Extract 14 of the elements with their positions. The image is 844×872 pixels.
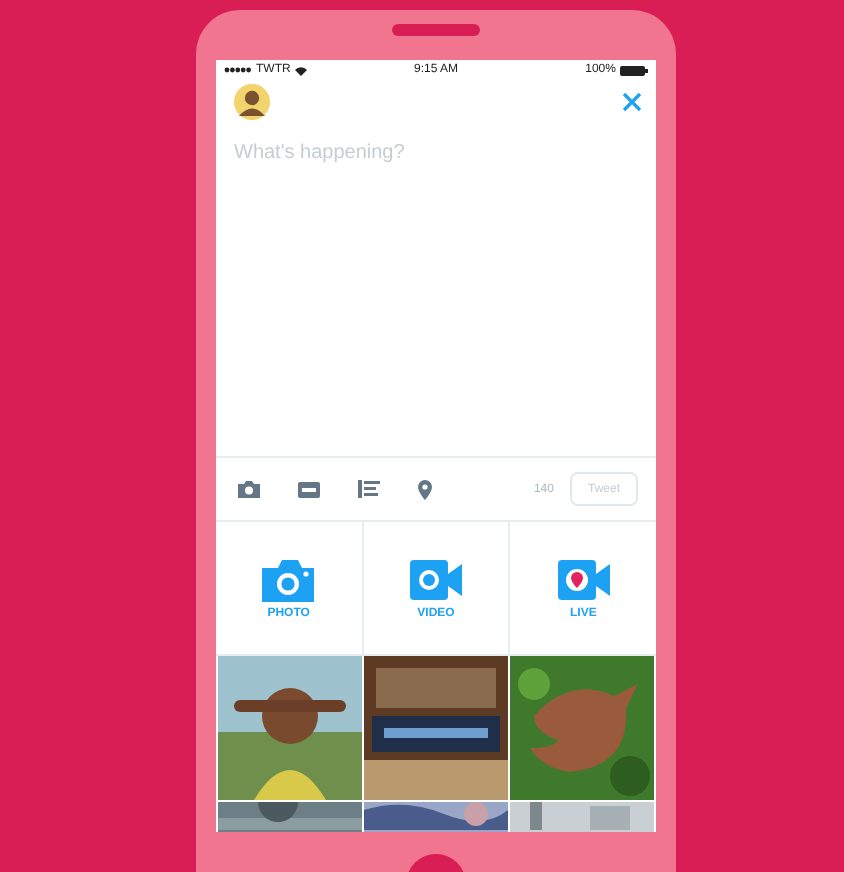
- video-camera-icon: [557, 557, 610, 601]
- signal-icon: [224, 66, 252, 74]
- video-camera-icon: [410, 557, 462, 601]
- close-icon[interactable]: [622, 92, 642, 112]
- camera-icon: [262, 557, 315, 601]
- camera-icon[interactable]: [238, 480, 260, 498]
- speaker-slot: [392, 24, 480, 36]
- avatar-icon: [234, 84, 270, 120]
- location-pin-icon[interactable]: [418, 479, 432, 499]
- list-icon[interactable]: [358, 480, 380, 498]
- tweet-field[interactable]: What's happening?: [234, 140, 634, 200]
- battery-icon: [619, 65, 648, 75]
- wifi-icon: [294, 65, 309, 75]
- gif-icon[interactable]: [298, 481, 320, 497]
